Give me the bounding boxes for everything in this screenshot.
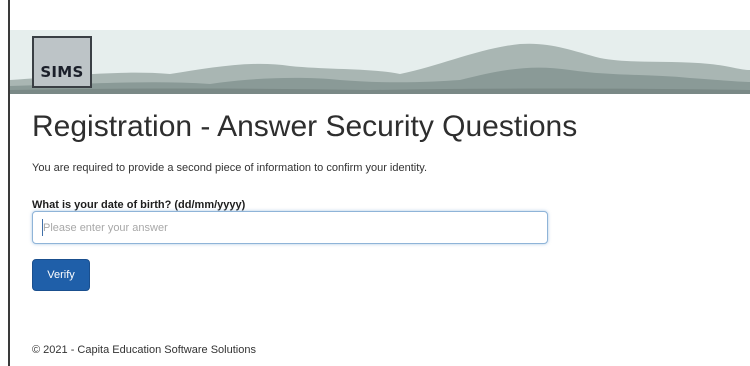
intro-text: You are required to provide a second pie…	[32, 162, 428, 174]
question-label: What is your date of birth? (dd/mm/yyyy)	[32, 199, 246, 211]
footer-copyright: © 2021 - Capita Education Software Solut…	[32, 344, 256, 356]
verify-button[interactable]: Verify	[32, 259, 90, 291]
text-caret	[42, 219, 43, 236]
page: SIMS Registration - Answer Security Ques…	[0, 0, 750, 366]
page-title: Registration - Answer Security Questions	[32, 110, 578, 143]
sims-logo: SIMS	[32, 36, 92, 88]
mountain-landscape	[10, 43, 750, 94]
logo-text: SIMS	[40, 63, 84, 81]
answer-input[interactable]	[32, 211, 548, 244]
header-banner: SIMS	[10, 30, 750, 94]
